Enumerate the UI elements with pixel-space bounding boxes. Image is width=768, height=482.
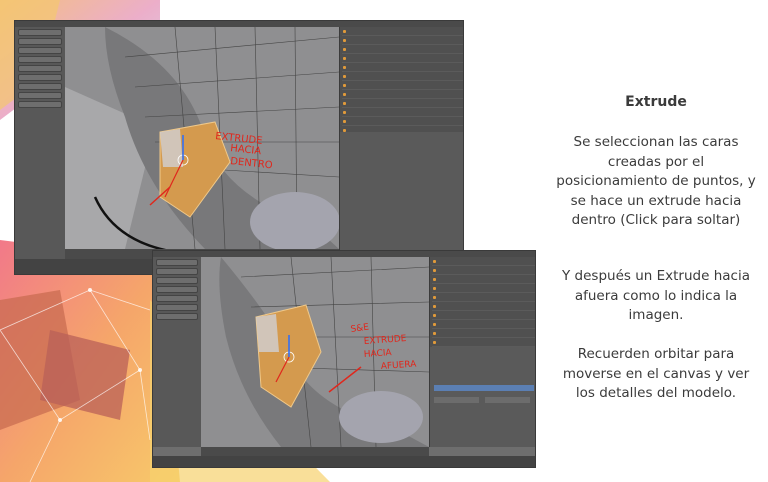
tool-shelf xyxy=(15,27,66,259)
blender-screenshot-extrude-outward: S&E EXTRUDE HACIA AFUERA xyxy=(152,250,536,468)
tool-button[interactable] xyxy=(156,304,198,311)
tool-button[interactable] xyxy=(156,313,198,320)
tool-button[interactable] xyxy=(18,65,62,72)
selected-tab[interactable] xyxy=(434,385,534,391)
tool-shelf xyxy=(153,257,202,447)
outliner-row[interactable] xyxy=(342,55,463,63)
blender-screenshot-extrude-inward: EXTRUDE HACIA DENTRO xyxy=(14,20,464,275)
outliner-row[interactable] xyxy=(432,267,535,275)
outliner-row[interactable] xyxy=(342,100,463,108)
3d-viewport[interactable]: S&E EXTRUDE HACIA AFUERA xyxy=(201,257,429,447)
outliner-row[interactable] xyxy=(342,109,463,117)
tool-button[interactable] xyxy=(18,29,62,36)
tool-button[interactable] xyxy=(156,286,198,293)
outliner-row[interactable] xyxy=(342,82,463,90)
tool-button[interactable] xyxy=(18,56,62,63)
property-field[interactable] xyxy=(434,397,479,403)
slide-title: Extrude xyxy=(625,94,687,110)
mesh-render: EXTRUDE HACIA DENTRO xyxy=(65,27,339,249)
outliner-row[interactable] xyxy=(342,37,463,45)
outliner-row[interactable] xyxy=(432,258,535,266)
tool-button[interactable] xyxy=(18,92,62,99)
step-description-extrude-outward: Y después un Extrude hacia afuera como l… xyxy=(562,268,750,323)
outliner-row[interactable] xyxy=(432,312,535,320)
tool-button[interactable] xyxy=(18,83,62,90)
step-description-extrude-inward: Se seleccionan las caras creadas por el … xyxy=(556,134,756,228)
outliner-row[interactable] xyxy=(432,321,535,329)
outliner-panel xyxy=(429,257,535,347)
tool-button[interactable] xyxy=(156,277,198,284)
outliner-panel xyxy=(339,27,463,132)
annotation-line: HACIA xyxy=(364,348,393,360)
outliner-row[interactable] xyxy=(342,91,463,99)
timeline xyxy=(153,456,535,467)
tool-button[interactable] xyxy=(156,295,198,302)
outliner-row[interactable] xyxy=(432,330,535,338)
outliner-row[interactable] xyxy=(432,285,535,293)
properties-panel xyxy=(339,132,463,259)
outliner-row[interactable] xyxy=(342,64,463,72)
mesh-render: S&E EXTRUDE HACIA AFUERA xyxy=(201,257,429,447)
outliner-row[interactable] xyxy=(432,294,535,302)
tool-button[interactable] xyxy=(18,38,62,45)
outliner-row[interactable] xyxy=(342,118,463,126)
properties-panel xyxy=(429,347,535,447)
tool-button[interactable] xyxy=(18,74,62,81)
outliner-row[interactable] xyxy=(342,46,463,54)
outliner-row[interactable] xyxy=(432,339,535,347)
tool-button[interactable] xyxy=(156,268,198,275)
property-field[interactable] xyxy=(485,397,530,403)
viewport-header xyxy=(201,447,429,456)
outliner-row[interactable] xyxy=(432,303,535,311)
outliner-row[interactable] xyxy=(342,73,463,81)
outliner-row[interactable] xyxy=(342,28,463,36)
orbit-tip: Recuerden orbitar para moverse en el can… xyxy=(562,346,750,401)
3d-viewport[interactable]: EXTRUDE HACIA DENTRO xyxy=(65,27,339,249)
tool-button[interactable] xyxy=(156,259,198,266)
outliner-row[interactable] xyxy=(432,276,535,284)
tool-button[interactable] xyxy=(18,101,62,108)
tool-button[interactable] xyxy=(18,47,62,54)
